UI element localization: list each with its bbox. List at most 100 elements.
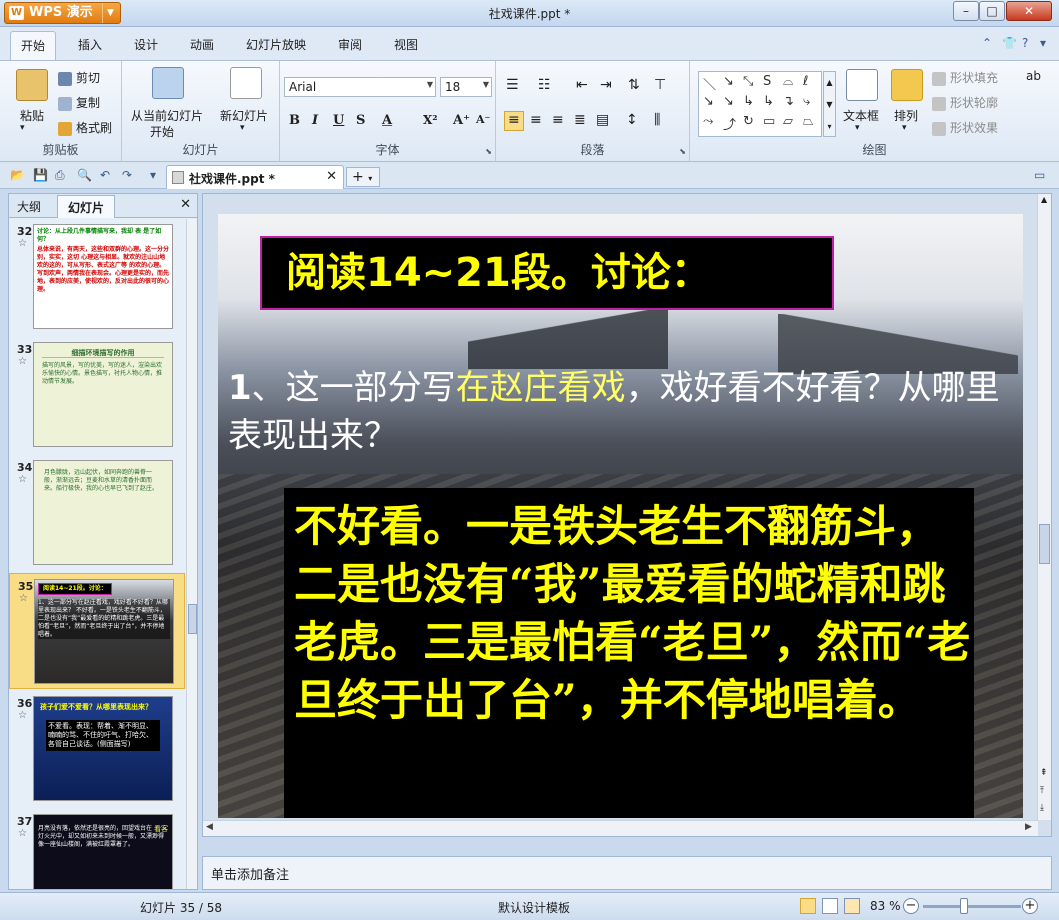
thumbnail-32[interactable]: 32 ☆ 讨论：从上段几件事情描写来，我却 表 是了如何？ 总体来说，有两天，这… (9, 219, 185, 335)
columns-icon[interactable]: ⫼ (654, 112, 660, 128)
superscript-button[interactable]: X² (423, 113, 438, 127)
undo-icon[interactable]: ↶ (100, 168, 110, 182)
parallelogram-shape-icon[interactable]: ▱ (783, 114, 793, 129)
align-center-icon[interactable]: ≡ (530, 112, 542, 128)
more-tools-icon[interactable]: ab (1026, 69, 1041, 83)
elbow-arrow-icon[interactable]: ↳ (763, 94, 774, 109)
rectangle-shape-icon[interactable]: ▭ (763, 114, 775, 129)
trapezoid-shape-icon[interactable]: ⏢ (803, 114, 813, 129)
connector-arrow-icon[interactable]: ↘ (723, 94, 734, 109)
curve-shape-icon[interactable]: S (763, 74, 771, 89)
tab-home[interactable]: 开始 (10, 31, 57, 61)
zoom-slider[interactable] (923, 905, 1021, 908)
open-icon[interactable]: 📂 (10, 168, 25, 182)
slideshow-icon[interactable] (844, 898, 860, 914)
paragraph-dialog-icon[interactable]: ⬊ (679, 147, 686, 156)
numbering-icon[interactable]: ☷ (538, 77, 551, 93)
zoom-out-button[interactable]: − (903, 898, 919, 914)
arrow-shape-icon[interactable]: ↘ (723, 74, 734, 89)
maximize-button[interactable]: □ (979, 1, 1005, 21)
minimize-button[interactable]: – (953, 1, 979, 21)
chevron-down-icon[interactable]: ▾ (902, 123, 907, 133)
zoom-slider-thumb[interactable] (960, 898, 968, 914)
curved-double-icon[interactable]: ⤴ (723, 114, 736, 133)
customize-toolbar-icon[interactable]: ▾ (150, 168, 156, 182)
shape-outline-button[interactable]: 形状轮廓 (932, 94, 998, 111)
shapes-gallery-scroll[interactable]: ▲ ▼ ▾ (823, 71, 836, 137)
cut-button[interactable]: 剪切 (58, 69, 100, 86)
italic-button[interactable]: I (312, 113, 318, 128)
collapse-ribbon-icon[interactable]: ⌃ (982, 36, 992, 50)
tab-slides[interactable]: 幻灯片 (57, 195, 116, 218)
skin-icon[interactable]: 👕 (1002, 36, 1017, 50)
save-icon[interactable]: 💾 (33, 168, 48, 182)
justify-icon[interactable]: ≣ (574, 112, 586, 128)
text-direction-icon[interactable]: ⇅ (628, 77, 640, 93)
answer-text[interactable]: 不好看。一是铁头老生不翻筋斗，二是也没有“我”最爱看的蛇精和跳老虎。三是最怕看“… (284, 488, 974, 818)
close-button[interactable]: ✕ (1006, 1, 1052, 21)
editor-vertical-scrollbar[interactable]: ▲ ⇞ ⤒ ⤓ (1037, 194, 1051, 820)
normal-view-icon[interactable] (800, 898, 816, 914)
chevron-down-icon[interactable]: ▾ (1040, 36, 1046, 50)
font-dialog-icon[interactable]: ⬊ (485, 147, 492, 156)
scrollbar-thumb[interactable] (1039, 524, 1050, 564)
line-spacing-icon[interactable]: ↕ (626, 112, 638, 128)
curved-connector-icon[interactable]: ⤷ (803, 94, 810, 109)
print-icon[interactable]: ⎙ (55, 168, 65, 183)
elbow-double-icon[interactable]: ↴ (783, 94, 794, 109)
tab-animation[interactable]: 动画 (190, 36, 214, 53)
scroll-up-icon[interactable]: ▲ (1041, 195, 1047, 204)
close-tab-icon[interactable]: ✕ (326, 169, 337, 184)
arrange-button[interactable]: 排列 (894, 107, 918, 124)
redo-icon[interactable]: ↷ (122, 168, 132, 182)
new-tab-button[interactable]: + ▾ (346, 167, 380, 187)
shapes-gallery[interactable]: ＼ ↘ ⤡ S ⌓ ℓ ↘ ↘ ↳ ↳ ↴ ⤷ ⤳ ⤴ ↻ ▭ ▱ ⏢ (698, 71, 822, 137)
tab-outline[interactable]: 大纲 (17, 198, 41, 215)
increase-indent-icon[interactable]: ⇥ (600, 77, 612, 93)
shape-fill-button[interactable]: 形状填充 (932, 69, 998, 86)
tab-view[interactable]: 视图 (394, 36, 418, 53)
paste-button[interactable]: 粘贴 (20, 107, 44, 124)
thumbnail-36[interactable]: 36 ☆ 孩子们爱不爱看？从哪里表现出来？ 不爱看。表现：帮着、渐不明显、喃喃的… (9, 691, 185, 807)
tab-insert[interactable]: 插入 (78, 36, 102, 53)
thumbnail-33[interactable]: 33 ☆ 细描环境描写的作用 描写的风景，写的优美，写的迷人，渲染出欢乐愉快的心… (9, 337, 185, 453)
align-right-icon[interactable]: ≡ (552, 112, 564, 128)
thumbnail-scrollbar[interactable] (186, 219, 197, 889)
decrease-indent-icon[interactable]: ⇤ (576, 77, 588, 93)
connector-shape-icon[interactable]: ↘ (703, 94, 714, 109)
scroll-top-icon[interactable]: ⇞ (1040, 768, 1048, 778)
freeform-shape-icon[interactable]: ⌓ (783, 74, 793, 89)
zoom-in-button[interactable]: + (1022, 898, 1038, 914)
tab-review[interactable]: 审阅 (338, 36, 362, 53)
bullets-icon[interactable]: ☰ (506, 77, 519, 93)
textbox-button[interactable]: 文本框 (843, 107, 879, 124)
thumbnail-35[interactable]: 35 ☆ 阅读14~21段。讨论： 1、这一部分写在赵庄看戏，戏好看不好看？从哪… (9, 573, 185, 689)
slide-title[interactable]: 阅读14~21段。讨论： (260, 236, 834, 310)
shrink-font-button[interactable]: A⁻ (476, 113, 490, 126)
restore-window-icon[interactable]: ▭ (1034, 168, 1045, 182)
font-size-select[interactable]: 18 ▼ (440, 77, 492, 97)
bold-button[interactable]: B (289, 113, 300, 128)
editor-horizontal-scrollbar[interactable]: ◀ ▶ (203, 820, 1038, 836)
align-left-icon[interactable]: ≡ (504, 111, 524, 131)
double-arrow-shape-icon[interactable]: ⤡ (743, 74, 753, 89)
chevron-down-icon[interactable]: ▾ (855, 123, 860, 133)
slide-sorter-icon[interactable] (822, 898, 838, 914)
font-color-button[interactable]: A (382, 113, 392, 128)
font-name-select[interactable]: Arial ▼ (284, 77, 436, 97)
elbow-connector-icon[interactable]: ↳ (743, 94, 754, 109)
scroll-right-icon[interactable]: ▶ (1025, 822, 1032, 832)
chevron-down-icon[interactable]: ▾ (240, 123, 245, 133)
thumbnail-34[interactable]: 34 ☆ 月色朦胧，远山起伏，如同奔跑的兽脊一般，渐渐远去；豆麦和水草的清香扑面… (9, 455, 185, 571)
underline-button[interactable]: U (333, 113, 344, 128)
question-text[interactable]: 1、这一部分写在赵庄看戏，戏好看不好看？从哪里表现出来？ (228, 364, 1018, 460)
scribble-shape-icon[interactable]: ℓ (803, 74, 808, 89)
line-shape-icon[interactable]: ＼ (703, 74, 716, 93)
copy-button[interactable]: 复制 (58, 94, 100, 111)
format-painter-button[interactable]: 格式刷 (58, 119, 112, 136)
tab-slideshow[interactable]: 幻灯片放映 (246, 36, 306, 53)
help-icon[interactable]: ? (1022, 36, 1028, 50)
grow-font-button[interactable]: A⁺ (453, 113, 470, 128)
print-preview-icon[interactable]: 🔍 (77, 168, 92, 182)
shadow-button[interactable]: S (356, 113, 365, 128)
